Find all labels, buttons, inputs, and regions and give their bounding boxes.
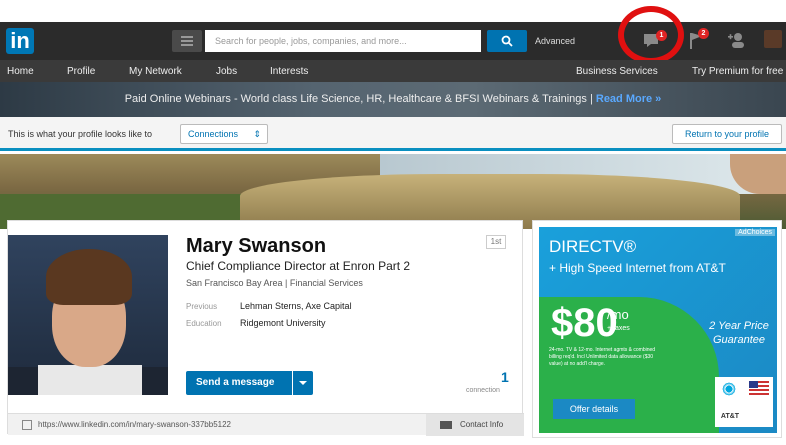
contact-card-icon — [440, 421, 452, 429]
profile-location-industry: San Francisco Bay Area | Financial Servi… — [186, 278, 363, 288]
nav-my-network[interactable]: My Network — [129, 66, 182, 77]
nav-interests[interactable]: Interests — [270, 66, 308, 77]
search-input[interactable]: Search for people, jobs, companies, and … — [205, 30, 481, 52]
linkedin-logo[interactable]: in — [6, 28, 34, 54]
main-nav: Home Profile My Network Jobs Interests B… — [0, 60, 786, 82]
nav-home[interactable]: Home — [7, 66, 34, 77]
chevron-down-icon — [299, 381, 307, 385]
education-label: Education — [186, 319, 222, 328]
nav-try-premium[interactable]: Try Premium for free — [692, 66, 783, 77]
annotation-circle — [618, 6, 684, 64]
profile-url[interactable]: https://www.linkedin.com/in/mary-swanson… — [38, 420, 231, 429]
ad-brand: DIRECTV® — [549, 237, 637, 256]
att-label: AT&T — [720, 413, 740, 420]
contact-info-button[interactable]: Contact Info — [426, 414, 524, 436]
us-flag-icon — [749, 381, 769, 395]
ad-box[interactable]: AdChoices DIRECTV® + High Speed Internet… — [532, 220, 782, 438]
contact-info-label: Contact Info — [460, 420, 504, 429]
previous-label: Previous — [186, 302, 218, 311]
directv-ad[interactable]: AdChoices DIRECTV® + High Speed Internet… — [539, 227, 777, 433]
ad-guarantee: 2 Year Price Guarantee — [709, 320, 769, 346]
view-as-value: Connections — [188, 129, 239, 139]
nav-jobs[interactable]: Jobs — [216, 66, 237, 77]
profile-view-bar: This is what your profile looks like to … — [0, 117, 786, 151]
profile-card: Mary Swanson Chief Compliance Director a… — [7, 220, 524, 436]
previous-value[interactable]: Lehman Sterns, Axe Capital — [240, 301, 352, 311]
att-globe-icon — [721, 381, 737, 397]
view-as-select[interactable]: Connections ⇕ — [180, 124, 268, 144]
profile-url-bar: https://www.linkedin.com/in/mary-swanson… — [8, 413, 524, 436]
ad-taxes: + taxes — [607, 325, 630, 332]
add-connection-icon[interactable] — [728, 32, 746, 53]
adchoices-link[interactable]: AdChoices — [735, 229, 775, 236]
menu-icon[interactable] — [172, 30, 202, 52]
ad-fine-print: 24-mo. TV & 12-mo. Internet agmts & comb… — [549, 347, 656, 367]
connections-label: connection — [466, 387, 500, 394]
account-avatar[interactable] — [764, 30, 782, 48]
nav-business-services[interactable]: Business Services — [576, 66, 658, 77]
profile-name: Mary Swanson — [186, 235, 327, 257]
sponsored-banner-text: Paid Online Webinars - World class Life … — [124, 93, 593, 105]
sponsored-banner[interactable]: Paid Online Webinars - World class Life … — [0, 82, 786, 117]
offer-details-button[interactable]: Offer details — [553, 399, 635, 419]
search-button[interactable] — [487, 30, 527, 52]
search-icon — [501, 35, 513, 47]
profile-background-image — [0, 154, 786, 229]
profile-url-icon — [22, 420, 32, 430]
profile-headline: Chief Compliance Director at Enron Part … — [186, 259, 411, 273]
view-as-label: This is what your profile looks like to — [8, 129, 153, 139]
select-arrows-icon: ⇕ — [253, 129, 261, 139]
connections-count[interactable]: 1 — [501, 369, 509, 385]
education-value[interactable]: Ridgemont University — [240, 318, 326, 328]
profile-photo — [8, 235, 168, 395]
send-message-dropdown[interactable] — [293, 371, 313, 395]
nav-profile[interactable]: Profile — [67, 66, 95, 77]
return-to-profile-button[interactable]: Return to your profile — [672, 124, 782, 144]
send-message-button[interactable]: Send a message — [186, 371, 292, 395]
read-more-link[interactable]: Read More » — [596, 93, 661, 105]
advanced-search-link[interactable]: Advanced — [535, 36, 575, 46]
notifications-badge: 2 — [698, 28, 709, 39]
ad-per-month: /mo — [607, 307, 629, 322]
ad-headline: + High Speed Internet from AT&T — [549, 261, 726, 275]
degree-badge: 1st — [486, 235, 506, 249]
